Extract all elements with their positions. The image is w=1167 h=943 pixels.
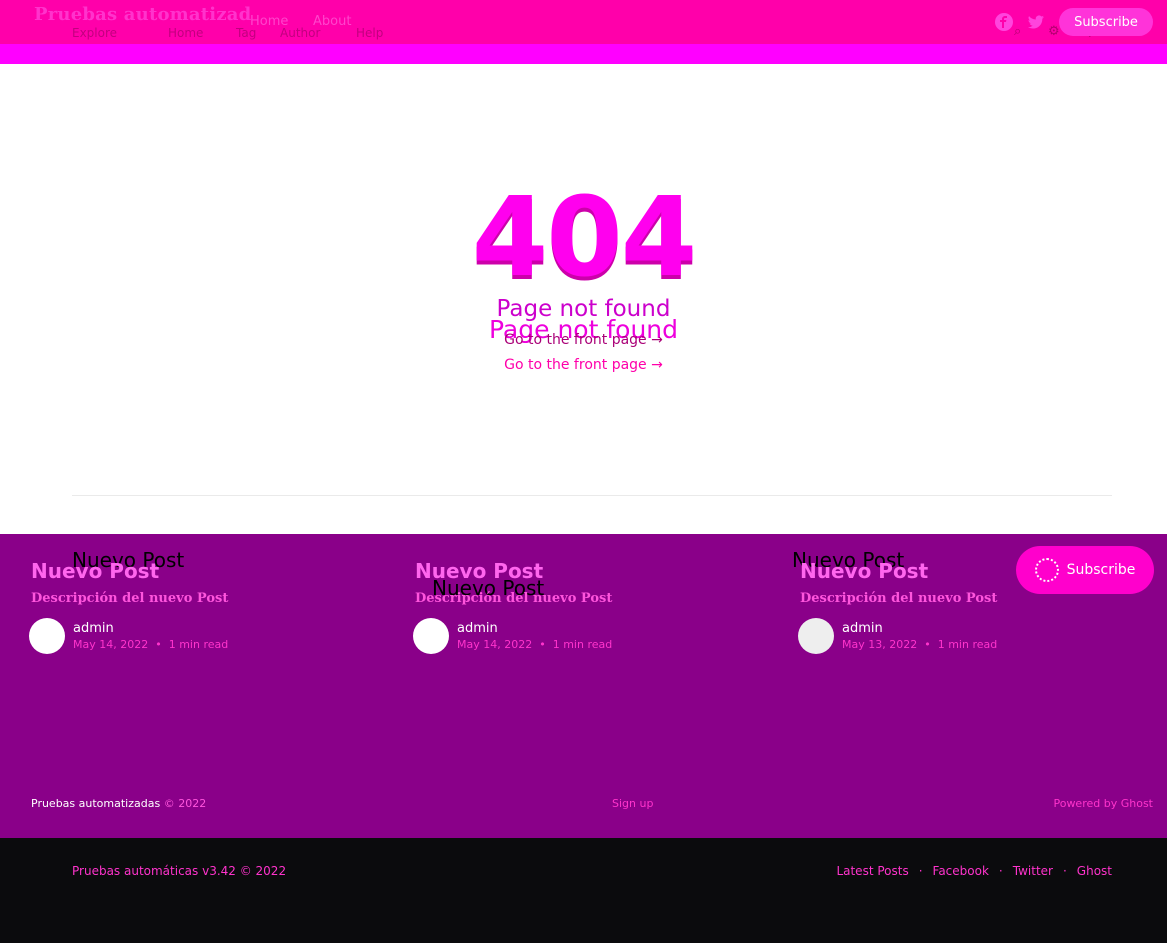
post-card-title[interactable]: Nuevo Post: [415, 559, 543, 583]
post-card-author[interactable]: admin: [457, 621, 498, 636]
footer-site-link[interactable]: Pruebas automatizadas: [31, 797, 160, 810]
post-card-author[interactable]: admin: [842, 621, 883, 636]
post-card-description: Descripción del nuevo Post: [800, 591, 998, 606]
front-page-link-ghost[interactable]: Go to the front page →: [0, 332, 1167, 348]
footer-copyright: Pruebas automáticas v3.42 © 2022: [72, 864, 287, 878]
post-card-read-time: 1 min read: [168, 638, 229, 651]
section-divider: [72, 495, 1112, 496]
post-card-read-time: 1 min read: [937, 638, 998, 651]
header-accent-band: [0, 44, 1167, 64]
footer-link-facebook[interactable]: Facebook: [933, 864, 989, 878]
powered-by-ghost-link[interactable]: Powered by Ghost: [1053, 797, 1153, 810]
post-card-meta: May 13, 2022 • 1 min read: [842, 638, 998, 651]
post-card-meta: May 14, 2022 • 1 min read: [457, 638, 613, 651]
footer-link-twitter[interactable]: Twitter: [1013, 864, 1053, 878]
post-card-description: Descripción del nuevo Post: [31, 591, 229, 606]
error-code: 404: [471, 173, 698, 301]
post-card-description: Descripción del nuevo Post: [415, 591, 613, 606]
post-card-author[interactable]: admin: [73, 621, 114, 636]
portal-icon: [1034, 558, 1059, 582]
old-nav-item[interactable]: Home: [168, 26, 203, 40]
footer-nav: Latest Posts · Facebook · Twitter · Ghos…: [836, 864, 1112, 878]
post-card-date: May 13, 2022: [842, 638, 918, 651]
avatar[interactable]: [413, 618, 449, 654]
old-nav-item[interactable]: Explore: [72, 26, 117, 40]
front-page-link[interactable]: Go to the front page →: [0, 357, 1167, 373]
footer-separator: ·: [918, 864, 923, 878]
site-brand[interactable]: Pruebas automatizad: [34, 4, 251, 25]
post-card-meta: May 14, 2022 • 1 min read: [73, 638, 229, 651]
settings-icon[interactable]: ⚙: [1048, 24, 1060, 39]
floating-subscribe-label: Subscribe: [1066, 562, 1136, 578]
site-footer: [0, 838, 1167, 943]
search-icon[interactable]: ⌕: [1014, 24, 1021, 39]
post-card-title[interactable]: Nuevo Post: [31, 559, 159, 583]
avatar[interactable]: [29, 618, 65, 654]
post-card-read-time: 1 min read: [552, 638, 613, 651]
floating-subscribe-button[interactable]: Subscribe: [1016, 546, 1154, 594]
old-nav-item[interactable]: Help: [356, 26, 383, 40]
related-posts-section: [0, 534, 1167, 838]
post-card-date: May 14, 2022: [73, 638, 149, 651]
footer-link-ghost[interactable]: Ghost: [1077, 864, 1112, 878]
footer-link-latest-posts[interactable]: Latest Posts: [836, 864, 908, 878]
purple-footer-copyright: Pruebas automatizadas © 2022: [31, 797, 206, 810]
post-card-date: May 14, 2022: [457, 638, 533, 651]
signup-link[interactable]: Sign up: [612, 797, 653, 810]
nav-about[interactable]: About: [313, 14, 351, 29]
subscribe-button[interactable]: Subscribe: [1059, 8, 1153, 36]
facebook-icon[interactable]: [994, 12, 1014, 32]
twitter-icon[interactable]: [1026, 12, 1046, 32]
footer-separator: ·: [1062, 864, 1067, 878]
footer-year: © 2022: [163, 797, 207, 810]
footer-separator: ·: [998, 864, 1003, 878]
post-card-title[interactable]: Nuevo Post: [800, 559, 928, 583]
avatar[interactable]: [798, 618, 834, 654]
nav-home[interactable]: Home: [250, 14, 288, 29]
